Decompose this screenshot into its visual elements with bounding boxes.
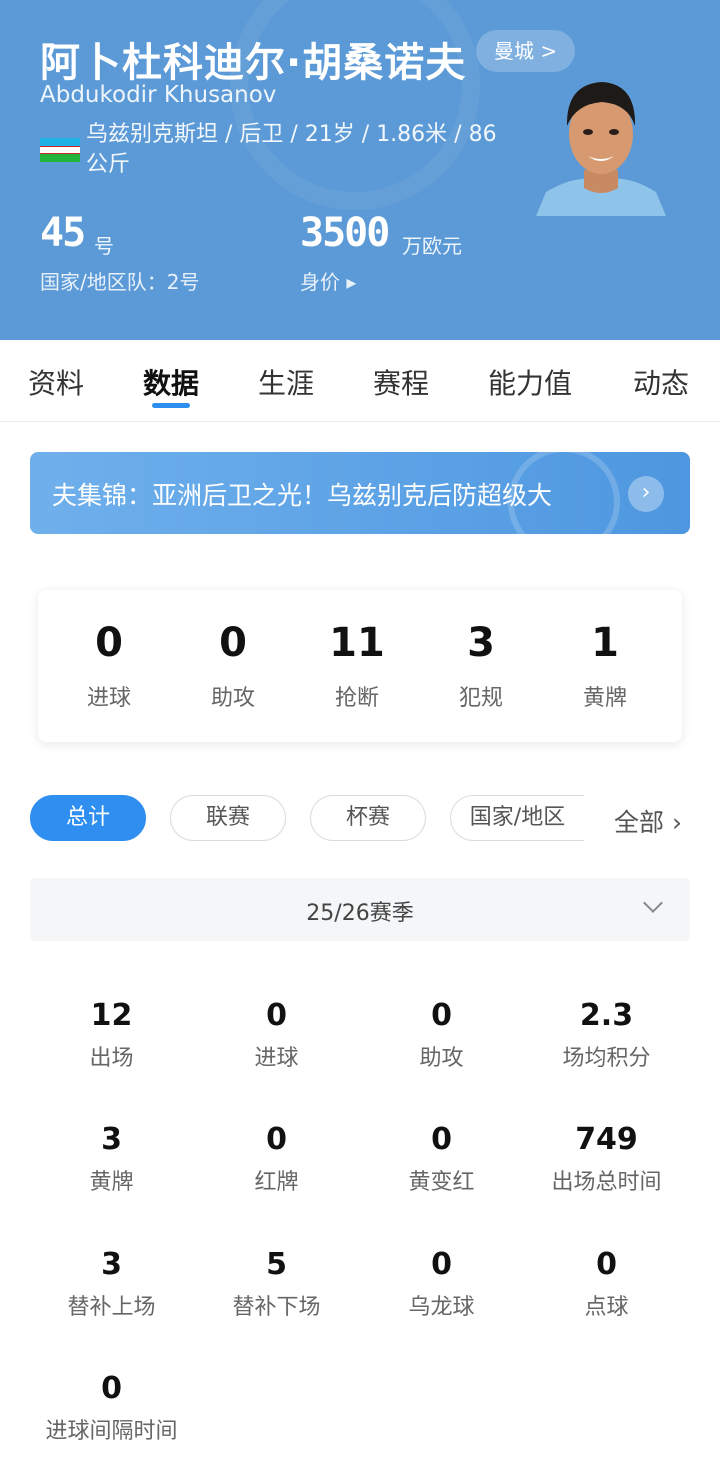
tab-profile[interactable]: 资料 <box>28 362 84 402</box>
stat-value: 0 <box>101 1371 122 1406</box>
stat-value: 3 <box>101 1247 122 1282</box>
club-button[interactable]: 曼城 > <box>476 30 576 72</box>
stat-second-yellow: 0 黄变红 <box>359 1120 524 1196</box>
stat-points-per-game: 2.3 场均积分 <box>524 996 689 1072</box>
national-team-number: 国家/地区队：2号 <box>40 270 200 294</box>
summary-label: 抢断 <box>334 686 379 711</box>
stat-own-goals: 0 乌龙球 <box>359 1245 524 1321</box>
season-selector[interactable]: 25/26赛季 <box>30 878 690 941</box>
market-value: 3500 <box>300 210 390 256</box>
shirt-number-unit: 号 <box>94 234 114 258</box>
player-meta-line2: 公斤 <box>86 152 131 177</box>
filter-total[interactable]: 总计 <box>30 795 146 841</box>
stat-value: 0 <box>266 1122 287 1157</box>
stat-sub-off: 5 替补下场 <box>194 1245 359 1321</box>
filter-cup[interactable]: 杯赛 <box>310 795 426 841</box>
stat-label: 助攻 <box>419 1046 464 1071</box>
summary-label: 犯规 <box>458 686 503 711</box>
stat-label: 点球 <box>584 1295 629 1320</box>
stat-goal-interval: 0 进球间隔时间 <box>29 1369 194 1445</box>
stat-value: 3 <box>101 1122 122 1157</box>
summary-value: 11 <box>329 620 385 666</box>
stat-red-cards: 0 红牌 <box>194 1120 359 1196</box>
stat-label: 黄变红 <box>408 1170 475 1195</box>
stat-label: 乌龙球 <box>408 1295 475 1320</box>
banner-title: 夫集锦：亚洲后卫之光！乌兹别克后防超级大 <box>52 481 553 510</box>
stat-value: 749 <box>575 1122 638 1157</box>
summary-label: 黄牌 <box>582 686 627 711</box>
stat-value: 0 <box>596 1247 617 1282</box>
stat-label: 场均积分 <box>562 1046 651 1071</box>
player-header: 阿卜杜科迪尔·胡桑诺夫 曼城 > Abdukodir Khusanov 乌兹别克… <box>0 0 720 340</box>
player-avatar <box>536 82 666 216</box>
summary-card: 0 进球 0 助攻 11 抢断 3 犯规 1 黄牌 <box>38 590 682 742</box>
active-tab-indicator <box>152 403 190 408</box>
summary-value: 0 <box>95 620 123 666</box>
summary-goals: 0 进球 <box>47 616 171 712</box>
uzbekistan-flag-icon <box>40 138 80 162</box>
chevron-right-icon[interactable]: › <box>628 476 664 512</box>
filter-league[interactable]: 联赛 <box>170 795 286 841</box>
stat-sub-on: 3 替补上场 <box>29 1245 194 1321</box>
market-value-label[interactable]: 身价 ▸ <box>300 266 356 295</box>
stat-assists: 0 助攻 <box>359 996 524 1072</box>
stat-label: 替补上场 <box>67 1295 156 1320</box>
summary-value: 0 <box>219 620 247 666</box>
filter-national[interactable]: 国家/地区 <box>450 795 584 841</box>
tab-schedule[interactable]: 赛程 <box>373 362 429 402</box>
tab-ability[interactable]: 能力值 <box>488 362 572 402</box>
stat-goals: 0 进球 <box>194 996 359 1072</box>
tab-stats[interactable]: 数据 <box>143 362 199 402</box>
filter-all-button[interactable]: 全部 › <box>614 803 682 839</box>
stat-label: 进球 <box>254 1046 299 1071</box>
player-meta-line1: 乌兹别克斯坦 / 后卫 / 21岁 / 1.86米 / 86 <box>86 122 497 147</box>
stat-label: 出场 <box>89 1046 134 1071</box>
stat-value: 0 <box>431 1247 452 1282</box>
summary-label: 助攻 <box>210 686 255 711</box>
summary-value: 1 <box>591 620 619 666</box>
stat-value: 12 <box>90 998 133 1033</box>
stat-label: 进球间隔时间 <box>45 1419 178 1444</box>
player-meta: 乌兹别克斯坦 / 后卫 / 21岁 / 1.86米 / 86 公斤 <box>86 120 526 180</box>
summary-yellow-cards: 1 黄牌 <box>543 616 667 712</box>
stat-value: 2.3 <box>579 998 634 1033</box>
market-value-unit: 万欧元 <box>402 234 462 258</box>
summary-fouls: 3 犯规 <box>419 616 543 712</box>
stat-penalties: 0 点球 <box>524 1245 689 1321</box>
stat-value: 0 <box>431 1122 452 1157</box>
stat-value: 0 <box>431 998 452 1033</box>
stat-label: 黄牌 <box>89 1170 134 1195</box>
tab-bar: 资料 数据 生涯 赛程 能力值 动态 <box>0 340 720 422</box>
stat-minutes-played: 749 出场总时间 <box>524 1120 689 1196</box>
player-name-cn: 阿卜杜科迪尔·胡桑诺夫 <box>40 40 467 86</box>
stat-value: 0 <box>266 998 287 1033</box>
stat-label: 红牌 <box>254 1170 299 1195</box>
summary-value: 3 <box>467 620 495 666</box>
stat-label: 出场总时间 <box>551 1170 662 1195</box>
highlight-banner[interactable]: 夫集锦：亚洲后卫之光！乌兹别克后防超级大 <box>30 452 690 534</box>
summary-tackles: 11 抢断 <box>295 616 419 712</box>
stat-appearances: 12 出场 <box>29 996 194 1072</box>
summary-label: 进球 <box>86 686 131 711</box>
shirt-number: 45 <box>40 210 86 256</box>
stat-yellow-cards: 3 黄牌 <box>29 1120 194 1196</box>
stat-label: 替补下场 <box>232 1295 321 1320</box>
season-label: 25/26赛季 <box>306 901 414 926</box>
tab-career[interactable]: 生涯 <box>258 362 314 402</box>
stat-value: 5 <box>266 1247 287 1282</box>
summary-assists: 0 助攻 <box>171 616 295 712</box>
player-name-en: Abdukodir Khusanov <box>40 82 277 108</box>
tab-news[interactable]: 动态 <box>633 362 689 402</box>
